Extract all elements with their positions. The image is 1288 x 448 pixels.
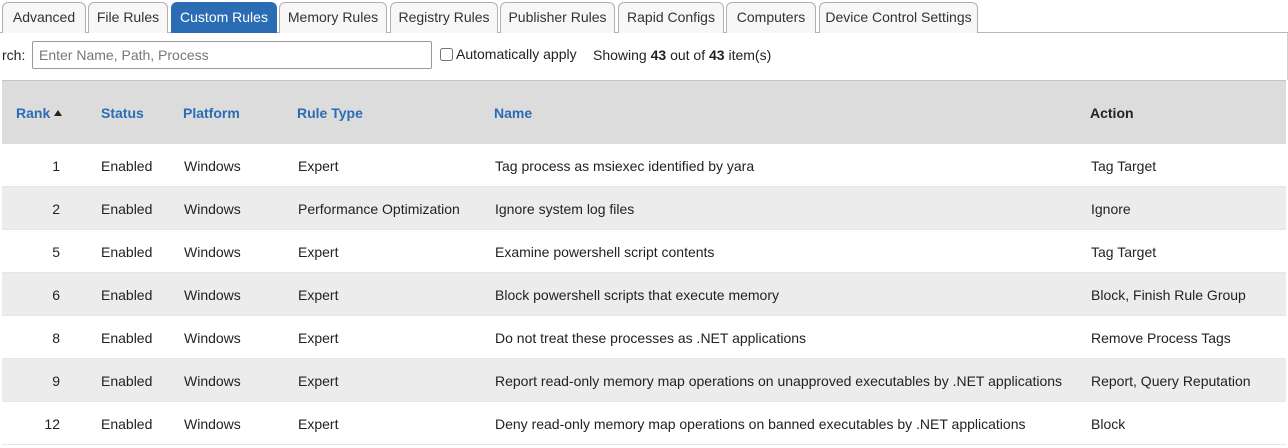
column-header-platform[interactable]: Platform xyxy=(183,105,240,121)
cell-rule-type: Expert xyxy=(298,158,339,174)
cell-action: Tag Target xyxy=(1091,158,1157,174)
cell-platform: Windows xyxy=(184,201,241,217)
search-input[interactable] xyxy=(32,41,432,69)
custom-rules-table: Rank Status Platform Rule Type Name Acti… xyxy=(2,80,1286,445)
cell-rank: 1 xyxy=(52,158,60,174)
column-header-status[interactable]: Status xyxy=(101,105,144,121)
cell-name: Block powershell scripts that execute me… xyxy=(495,287,779,303)
tab-custom-rules[interactable]: Custom Rules xyxy=(171,2,277,33)
table-row[interactable]: 12 Enabled Windows Expert Deny read-only mem… xyxy=(2,402,1286,445)
cell-status: Enabled xyxy=(101,416,153,432)
cell-name: Examine powershell script contents xyxy=(495,244,715,260)
cell-action: Tag Target xyxy=(1091,244,1157,260)
cell-rank: 2 xyxy=(52,201,60,217)
tab-bar: Advanced File Rules Custom Rules Memory … xyxy=(0,0,1288,33)
cell-platform: Windows xyxy=(184,287,241,303)
cell-name: Ignore system log files xyxy=(495,201,635,217)
tab-advanced[interactable]: Advanced xyxy=(2,2,86,33)
table-row[interactable]: 5 Enabled Windows Expert Examine powershell … xyxy=(2,230,1286,273)
table-body: 1 Enabled Windows Expert Tag process as msie… xyxy=(2,144,1286,445)
cell-rule-type: Expert xyxy=(298,373,339,389)
cell-status: Enabled xyxy=(101,244,153,260)
cell-name: Report read-only memory map operations o… xyxy=(495,373,1063,389)
showing-suffix: item(s) xyxy=(728,47,772,63)
column-header-rank[interactable]: Rank xyxy=(16,105,63,121)
cell-rank: 9 xyxy=(52,373,60,389)
showing-mid: out of xyxy=(670,47,706,63)
cell-rule-type: Expert xyxy=(298,330,339,346)
showing-count: 43 xyxy=(650,47,667,63)
cell-platform: Windows xyxy=(184,158,241,174)
cell-rule-type: Performance Optimization xyxy=(298,201,460,217)
cell-name: Deny read-only memory map operations on … xyxy=(495,416,1026,432)
cell-name: Do not treat these processes as .NET app… xyxy=(495,330,807,346)
cell-rule-type: Expert xyxy=(298,244,339,260)
cell-rank: 6 xyxy=(52,287,60,303)
table-row[interactable]: 8 Enabled Windows Expert Do not treat these … xyxy=(2,316,1286,359)
column-header-action: Action xyxy=(1090,105,1134,121)
search-toolbar: rch: Automatically apply Showing 43 out … xyxy=(0,33,1288,80)
table-row[interactable]: 9 Enabled Windows Expert Report read-only me… xyxy=(2,359,1286,402)
cell-platform: Windows xyxy=(184,330,241,346)
tab-device-control-settings[interactable]: Device Control Settings xyxy=(819,2,978,33)
showing-prefix: Showing xyxy=(593,47,647,63)
cell-platform: Windows xyxy=(184,373,241,389)
cell-rank: 8 xyxy=(52,330,60,346)
rank-header-label: Rank xyxy=(16,105,51,121)
cell-status: Enabled xyxy=(101,201,153,217)
cell-status: Enabled xyxy=(101,373,153,389)
cell-action: Block, Finish Rule Group xyxy=(1091,287,1246,303)
item-count-summary: Showing 43 out of 43 item(s) xyxy=(593,47,771,63)
cell-status: Enabled xyxy=(101,287,153,303)
cell-rule-type: Expert xyxy=(298,287,339,303)
cell-status: Enabled xyxy=(101,158,153,174)
showing-total: 43 xyxy=(708,47,725,63)
table-row[interactable]: 6 Enabled Windows Expert Block powershell sc… xyxy=(2,273,1286,316)
auto-apply-label: Automatically apply xyxy=(456,46,577,62)
cell-action: Block xyxy=(1091,416,1126,432)
cell-action: Report, Query Reputation xyxy=(1091,373,1251,389)
cell-action: Remove Process Tags xyxy=(1091,330,1231,346)
cell-action: Ignore xyxy=(1091,201,1131,217)
tab-file-rules[interactable]: File Rules xyxy=(88,2,168,33)
cell-rule-type: Expert xyxy=(298,416,339,432)
tab-publisher-rules[interactable]: Publisher Rules xyxy=(500,2,615,33)
sort-ascending-icon xyxy=(54,110,63,116)
cell-rank: 12 xyxy=(44,416,60,432)
tab-rapid-configs[interactable]: Rapid Configs xyxy=(618,2,724,33)
table-row[interactable]: 2 Enabled Windows Performance Optimization I… xyxy=(2,187,1286,230)
tab-registry-rules[interactable]: Registry Rules xyxy=(390,2,498,33)
cell-platform: Windows xyxy=(184,244,241,260)
tab-memory-rules[interactable]: Memory Rules xyxy=(279,2,387,33)
table-row[interactable]: 1 Enabled Windows Expert Tag process as msie… xyxy=(2,144,1286,187)
cell-status: Enabled xyxy=(101,330,153,346)
cell-rank: 5 xyxy=(52,244,60,260)
search-label: rch: xyxy=(2,47,26,63)
cell-name: Tag process as msiexec identified by yar… xyxy=(495,158,755,174)
tab-computers[interactable]: Computers xyxy=(726,2,816,33)
table-header: Rank Status Platform Rule Type Name Acti… xyxy=(2,80,1286,144)
auto-apply-toggle[interactable]: Automatically apply xyxy=(440,46,577,62)
auto-apply-checkbox[interactable] xyxy=(440,47,453,61)
column-header-rule-type[interactable]: Rule Type xyxy=(297,105,363,121)
column-header-name[interactable]: Name xyxy=(494,105,532,121)
cell-platform: Windows xyxy=(184,416,241,432)
